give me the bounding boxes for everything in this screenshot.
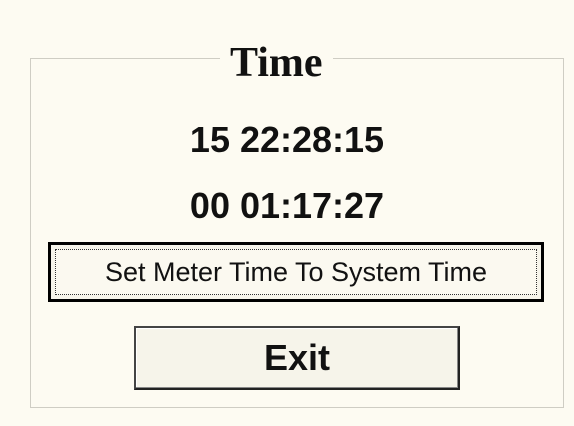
meter-time-display: 15 22:28:15 — [189, 119, 385, 160]
elapsed-time-display: 00 01:17:27 — [189, 185, 385, 226]
set-meter-time-button-label: Set Meter Time To System Time — [55, 249, 537, 295]
dialog-title: Time — [220, 42, 333, 84]
set-meter-time-button[interactable]: Set Meter Time To System Time — [48, 242, 544, 302]
exit-button[interactable]: Exit — [134, 326, 460, 390]
